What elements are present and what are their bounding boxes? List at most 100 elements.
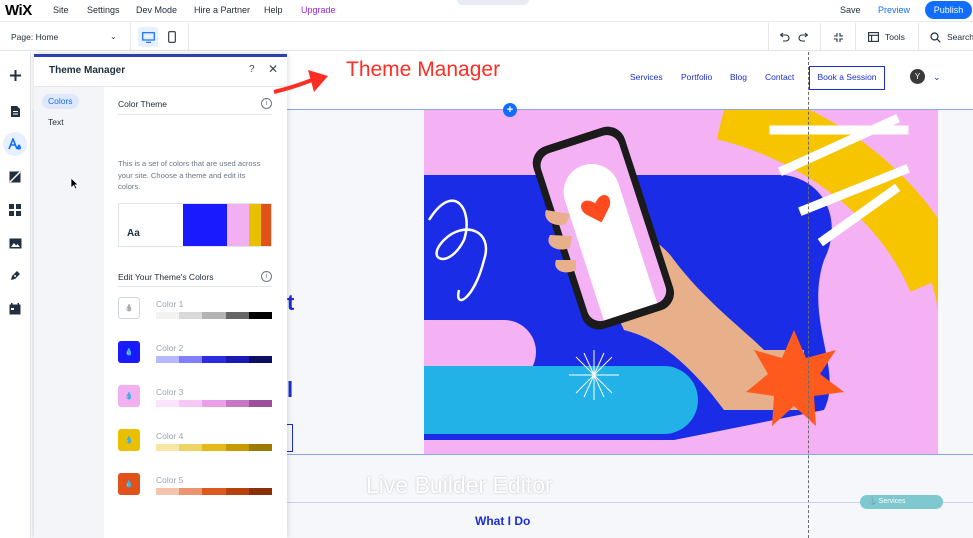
shade-chip[interactable] <box>202 312 226 319</box>
blog-button[interactable] <box>3 264 27 288</box>
shade-chip[interactable] <box>248 356 273 363</box>
hero-image[interactable] <box>424 110 938 454</box>
color-shades[interactable] <box>156 444 273 451</box>
top-handle <box>457 0 529 5</box>
add-elements-button[interactable] <box>3 63 27 87</box>
theme-preview-text: Aa <box>127 228 140 239</box>
page-selector[interactable]: Page: Home <box>11 32 58 42</box>
background-icon <box>9 171 21 183</box>
shade-chip[interactable] <box>248 400 273 407</box>
chevron-down-icon[interactable]: ⌄ <box>110 32 117 41</box>
color-row[interactable]: 💧 Color 2 <box>118 341 274 369</box>
layout-guide <box>808 52 809 538</box>
search-button[interactable]: Search <box>947 32 973 42</box>
shade-chip[interactable] <box>225 356 249 363</box>
undo-icon[interactable] <box>776 29 792 45</box>
section-title[interactable]: What I Do <box>475 514 530 528</box>
divider <box>855 23 856 51</box>
nav-services[interactable]: Services <box>630 72 663 82</box>
avatar[interactable]: Y <box>910 69 925 84</box>
shade-chip[interactable] <box>156 356 180 363</box>
save-button[interactable]: Save <box>840 5 861 15</box>
shade-chip[interactable] <box>179 488 203 495</box>
color-shades[interactable] <box>156 312 273 319</box>
help-icon[interactable]: ? <box>249 64 255 75</box>
shade-chip[interactable] <box>248 488 273 495</box>
services-anchor-tag[interactable]: ⚓ Services <box>860 495 943 509</box>
zoom-fit-icon[interactable] <box>830 29 846 45</box>
shade-chip[interactable] <box>179 400 203 407</box>
color-shades[interactable] <box>156 488 273 495</box>
shade-chip[interactable] <box>225 400 249 407</box>
publish-button[interactable]: Publish <box>925 1 972 19</box>
divider <box>820 23 821 51</box>
nav-portfolio[interactable]: Portfolio <box>681 72 712 82</box>
shade-chip[interactable] <box>156 444 180 451</box>
apps-button[interactable] <box>3 198 27 222</box>
hero-illustration <box>424 110 938 454</box>
shade-chip[interactable] <box>202 356 226 363</box>
wix-logo[interactable]: WiX <box>5 2 32 19</box>
shade-chip[interactable] <box>225 444 249 451</box>
nav-contact[interactable]: Contact <box>765 72 794 82</box>
tools-icon[interactable] <box>865 29 881 45</box>
tab-text[interactable]: Text <box>42 115 70 130</box>
panel-content: Color Theme i This is a set of colors th… <box>104 87 287 538</box>
color-swatch[interactable]: 💧 <box>118 341 140 363</box>
menu-site[interactable]: Site <box>53 5 69 15</box>
bookings-button[interactable] <box>3 297 27 321</box>
mobile-view-button[interactable] <box>162 27 182 47</box>
theme-manager-button[interactable] <box>3 132 27 156</box>
tab-colors[interactable]: Colors <box>42 94 79 109</box>
color-swatch[interactable]: 💧 <box>118 385 140 407</box>
shade-chip[interactable] <box>202 488 226 495</box>
shade-chip[interactable] <box>156 312 180 319</box>
color-row[interactable]: 💧 Color 3 <box>118 385 274 413</box>
shade-chip[interactable] <box>248 444 273 451</box>
menu-dev-mode[interactable]: Dev Mode <box>136 5 177 15</box>
color-theme-heading: Color Theme <box>118 99 167 109</box>
color-shades[interactable] <box>156 400 273 407</box>
media-button[interactable] <box>3 231 27 255</box>
menu-hire-a-partner[interactable]: Hire a Partner <box>194 5 250 15</box>
color-shades[interactable] <box>156 356 273 363</box>
left-rail <box>0 52 31 538</box>
shade-chip[interactable] <box>225 312 249 319</box>
theme-manager-panel: Theme Manager ? ✕ Colors Text Color Them… <box>34 54 287 538</box>
chevron-down-icon[interactable]: ⌄ <box>933 72 941 83</box>
tools-button[interactable]: Tools <box>885 32 905 42</box>
color-row[interactable]: 💧 Color 5 <box>118 473 274 501</box>
background-button[interactable] <box>3 165 27 189</box>
shade-chip[interactable] <box>179 356 203 363</box>
info-icon[interactable]: i <box>261 98 272 109</box>
color-swatch[interactable]: 💧 <box>118 297 140 319</box>
info-icon[interactable]: i <box>261 271 272 282</box>
menu-settings[interactable]: Settings <box>87 5 120 15</box>
color-row[interactable]: 💧 Color 4 <box>118 429 274 457</box>
color-row[interactable]: 💧 Color 1 <box>118 297 274 325</box>
shade-chip[interactable] <box>248 312 273 319</box>
color-swatch[interactable]: 💧 <box>118 473 140 495</box>
panel-title: Theme Manager <box>49 65 126 76</box>
color-swatch[interactable]: 💧 <box>118 429 140 451</box>
menu-help[interactable]: Help <box>264 5 283 15</box>
divider <box>118 114 272 115</box>
droplet-icon: 💧 <box>124 393 134 400</box>
menu-upgrade[interactable]: Upgrade <box>301 5 336 15</box>
shade-chip[interactable] <box>202 400 226 407</box>
shade-chip[interactable] <box>179 444 203 451</box>
desktop-view-button[interactable] <box>138 27 158 47</box>
nav-blog[interactable]: Blog <box>730 72 747 82</box>
search-icon[interactable] <box>927 29 943 45</box>
book-a-session-button[interactable]: Book a Session <box>809 66 885 90</box>
preview-button[interactable]: Preview <box>878 5 910 15</box>
pages-button[interactable] <box>3 99 27 123</box>
add-section-button[interactable]: + <box>503 103 517 117</box>
shade-chip[interactable] <box>225 488 249 495</box>
shade-chip[interactable] <box>179 312 203 319</box>
redo-icon[interactable] <box>796 29 812 45</box>
shade-chip[interactable] <box>156 400 180 407</box>
shade-chip[interactable] <box>156 488 180 495</box>
shade-chip[interactable] <box>202 444 226 451</box>
theme-preview-card[interactable]: Aa <box>118 203 272 247</box>
